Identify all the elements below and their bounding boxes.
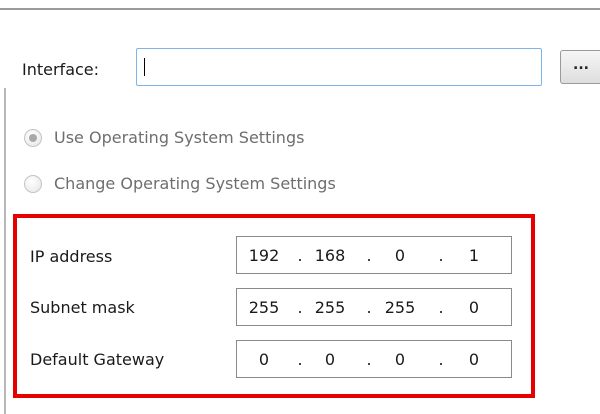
default-gateway-octet-3[interactable]: 0 xyxy=(377,350,423,370)
octet-separator: . xyxy=(438,350,444,369)
octet-separator: . xyxy=(297,350,303,369)
ip-address-label: IP address xyxy=(30,247,113,266)
default-gateway-label: Default Gateway xyxy=(30,350,165,369)
octet-separator: . xyxy=(297,298,303,317)
top-divider xyxy=(0,8,600,10)
subnet-mask-octet-3[interactable]: 255 xyxy=(377,298,423,318)
subnet-mask-octet-4[interactable]: 0 xyxy=(451,298,497,318)
use-os-settings-radio[interactable] xyxy=(24,128,42,147)
subnet-mask-octet-1[interactable]: 255 xyxy=(241,298,287,318)
subnet-mask-label: Subnet mask xyxy=(30,298,135,317)
subnet-mask-octet-2[interactable]: 255 xyxy=(307,298,353,318)
ip-address-octet-1[interactable]: 192 xyxy=(241,246,287,266)
browse-button[interactable]: ... xyxy=(560,50,600,84)
octet-separator: . xyxy=(297,246,303,265)
ip-address-field[interactable]: 192 . 168 . 0 . 1 xyxy=(236,236,512,274)
ip-address-octet-2[interactable]: 168 xyxy=(307,246,353,266)
use-os-settings-label: Use Operating System Settings xyxy=(54,128,305,147)
default-gateway-field[interactable]: 0 . 0 . 0 . 0 xyxy=(236,340,512,378)
text-caret xyxy=(144,58,145,76)
change-os-settings-label: Change Operating System Settings xyxy=(54,174,336,193)
octet-separator: . xyxy=(366,246,372,265)
use-os-settings-option[interactable]: Use Operating System Settings xyxy=(24,128,304,147)
ip-address-octet-3[interactable]: 0 xyxy=(377,246,423,266)
octet-separator: . xyxy=(438,246,444,265)
ip-address-octet-4[interactable]: 1 xyxy=(451,246,497,266)
default-gateway-octet-4[interactable]: 0 xyxy=(451,350,497,370)
left-divider xyxy=(4,88,6,414)
octet-separator: . xyxy=(438,298,444,317)
interface-label: Interface: xyxy=(22,60,100,79)
change-os-settings-radio[interactable] xyxy=(24,174,42,193)
change-os-settings-option[interactable]: Change Operating System Settings xyxy=(24,174,336,193)
octet-separator: . xyxy=(366,350,372,369)
subnet-mask-field[interactable]: 255 . 255 . 255 . 0 xyxy=(236,288,512,326)
default-gateway-octet-1[interactable]: 0 xyxy=(241,350,287,370)
default-gateway-octet-2[interactable]: 0 xyxy=(307,350,353,370)
interface-input[interactable] xyxy=(136,48,542,86)
octet-separator: . xyxy=(366,298,372,317)
